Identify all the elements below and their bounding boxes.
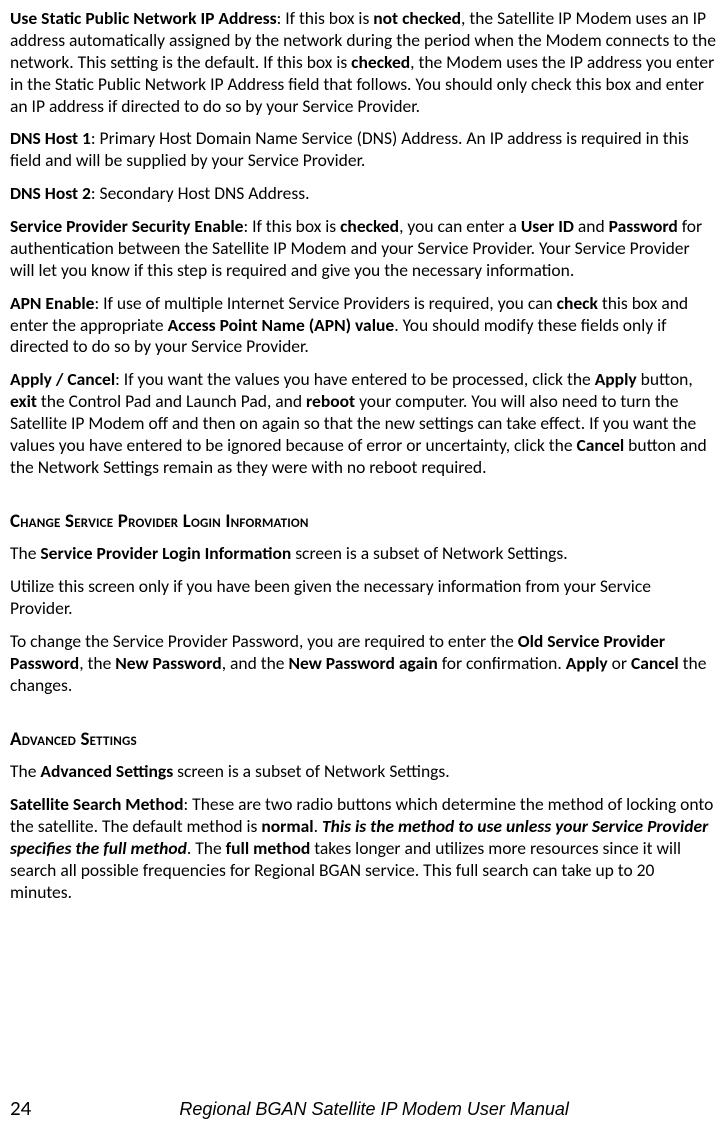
paragraph-login-change: To change the Service Provider Password,… xyxy=(10,631,717,697)
label-dns-host-1: DNS Host 1 xyxy=(10,127,91,149)
label-apn-enable: APN Enable xyxy=(10,292,94,314)
paragraph-dns-host-1: DNS Host 1: Primary Host Domain Name Ser… xyxy=(10,128,717,172)
paragraph-dns-host-2: DNS Host 2: Secondary Host DNS Address. xyxy=(10,183,717,205)
page-footer: 24 Regional BGAN Satellite IP Modem User… xyxy=(10,1095,717,1121)
paragraph-satellite-search: Satellite Search Method: These are two r… xyxy=(10,794,717,903)
paragraph-apn-enable: APN Enable: If use of multiple Internet … xyxy=(10,293,717,359)
page-body: Use Static Public Network IP Address: If… xyxy=(10,8,717,915)
paragraph-security-enable: Service Provider Security Enable: If thi… xyxy=(10,216,717,282)
paragraph-login-intro: The Service Provider Login Information s… xyxy=(10,543,717,565)
label-static-ip: Use Static Public Network IP Address xyxy=(10,7,277,29)
paragraph-login-note: Utilize this screen only if you have bee… xyxy=(10,576,717,620)
page-number: 24 xyxy=(10,1095,31,1121)
heading-change-login: Change Service Provider Login Informatio… xyxy=(10,510,717,534)
label-apply-cancel: Apply / Cancel xyxy=(10,368,115,390)
label-satellite-search: Satellite Search Method xyxy=(10,793,184,815)
label-dns-host-2: DNS Host 2 xyxy=(10,182,91,204)
label-security-enable: Service Provider Security Enable xyxy=(10,215,243,237)
heading-advanced-settings: Advanced Settings xyxy=(10,728,717,752)
paragraph-static-ip: Use Static Public Network IP Address: If… xyxy=(10,8,717,117)
footer-title: Regional BGAN Satellite IP Modem User Ma… xyxy=(31,1098,717,1121)
paragraph-apply-cancel: Apply / Cancel: If you want the values y… xyxy=(10,369,717,478)
paragraph-advanced-intro: The Advanced Settings screen is a subset… xyxy=(10,761,717,783)
